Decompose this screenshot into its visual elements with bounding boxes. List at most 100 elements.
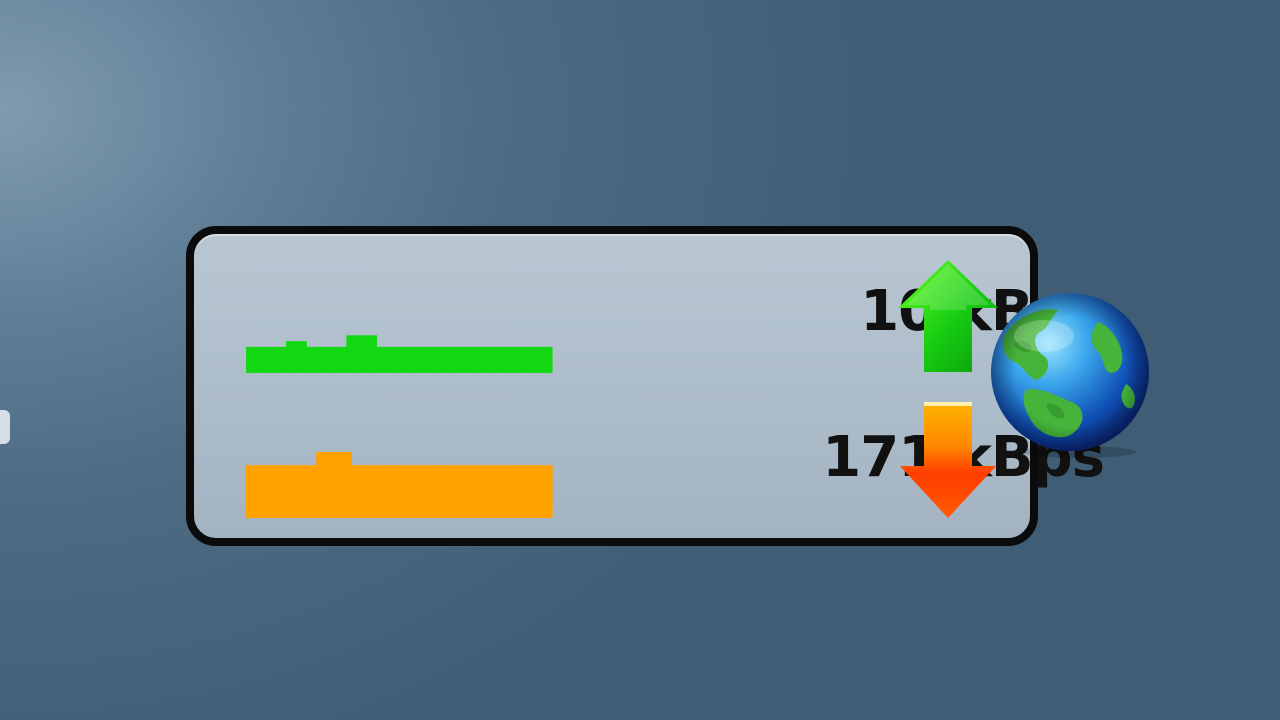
upload-graph-bar — [316, 346, 322, 373]
upload-graph-bar — [251, 346, 257, 373]
download-graph-bar — [496, 465, 503, 518]
upload-graph-bar — [481, 346, 488, 373]
upload-graph-bar — [381, 346, 388, 373]
upload-graph-bar — [421, 346, 428, 373]
download-graph-bar — [351, 465, 357, 518]
upload-graph-bar — [501, 346, 508, 373]
upload-graph-bar — [521, 346, 528, 373]
download-graph-bar — [271, 465, 277, 518]
upload-graph-bar — [386, 346, 393, 373]
download-graph-bar — [246, 465, 252, 518]
upload-graph-bar — [256, 346, 262, 373]
upload-graph-bar — [491, 346, 498, 373]
download-graph-bar — [471, 465, 478, 518]
download-graph-bar — [256, 465, 262, 518]
download-graph-bar — [321, 452, 327, 518]
download-graph-bar — [526, 465, 533, 518]
download-graph-bar — [316, 452, 322, 518]
desktop-edge-handle[interactable] — [0, 410, 10, 444]
upload-graph-bar — [526, 346, 533, 373]
download-graph-bar — [346, 452, 352, 518]
download-graph-bar — [406, 465, 413, 518]
upload-graph-bar — [461, 346, 468, 373]
upload-graph-bar — [346, 335, 352, 373]
upload-graph-bar — [376, 346, 383, 373]
download-graph-bar — [381, 465, 388, 518]
download-graph-bar — [396, 465, 403, 518]
upload-graph-bar — [361, 335, 367, 373]
download-graph-bar — [371, 465, 378, 518]
upload-graph-bar — [511, 346, 518, 373]
download-graph-bar — [386, 465, 393, 518]
download-graph-bar — [546, 465, 553, 518]
upload-graph-bar — [426, 346, 433, 373]
download-graph-bar — [311, 465, 317, 518]
upload-graph-bar — [496, 346, 503, 373]
download-graph-bar — [431, 465, 438, 518]
download-graph-bar — [536, 465, 543, 518]
globe-icon — [991, 293, 1149, 458]
upload-graph-bar — [366, 335, 373, 373]
upload-graph-bar — [541, 346, 548, 373]
download-graph-bar — [446, 465, 453, 518]
download-graph-bar — [286, 465, 292, 518]
download-graph-bar — [336, 452, 342, 518]
download-graph-bar — [401, 465, 408, 518]
download-graph-bar — [541, 465, 548, 518]
download-graph-bar — [436, 465, 443, 518]
upload-graph-bar — [406, 346, 413, 373]
download-graph-bar — [486, 465, 493, 518]
upload-graph-bar — [261, 346, 267, 373]
download-graph-bar — [421, 465, 428, 518]
upload-graph-bar — [266, 346, 272, 373]
upload-graph-bar — [451, 346, 458, 373]
upload-graph-bar — [416, 346, 423, 373]
download-graph-bar — [291, 465, 297, 518]
upload-graph-bar — [281, 346, 287, 373]
upload-graph-bar — [411, 346, 418, 373]
download-graph-bar — [426, 465, 433, 518]
upload-graph — [246, 335, 553, 373]
download-graph-bar — [266, 465, 272, 518]
download-graph-bar — [356, 465, 362, 518]
download-graph-bar — [456, 465, 463, 518]
download-graph-bar — [476, 465, 483, 518]
upload-graph-bar — [291, 341, 297, 373]
download-graph-bar — [261, 465, 267, 518]
download-graph-bar — [481, 465, 488, 518]
upload-graph-bar — [321, 346, 327, 373]
upload-graph-bar — [331, 346, 337, 373]
upload-graph-bar — [471, 346, 478, 373]
green-up-arrow-icon — [898, 260, 998, 372]
orange-down-arrow-icon — [900, 402, 996, 518]
upload-graph-bar — [506, 346, 513, 373]
upload-graph-bar — [276, 346, 282, 373]
download-graph-bar — [411, 465, 418, 518]
upload-graph-bar — [431, 346, 438, 373]
download-graph-bar — [251, 465, 257, 518]
upload-graph-bar — [456, 346, 463, 373]
upload-graph-bar — [271, 346, 277, 373]
upload-graph-bar — [446, 346, 453, 373]
download-graph-bar — [461, 465, 468, 518]
download-graph-bar — [416, 465, 423, 518]
download-graph-bar — [501, 465, 508, 518]
upload-graph-bar — [326, 346, 332, 373]
upload-graph-bar — [401, 346, 408, 373]
download-graph-bar — [276, 465, 282, 518]
download-graph-bar — [281, 465, 287, 518]
download-graph-bar — [306, 465, 312, 518]
download-graph-bar — [466, 465, 473, 518]
upload-graph-bar — [336, 346, 342, 373]
upload-graph-bar — [296, 341, 302, 373]
download-graph-bar — [491, 465, 498, 518]
download-graph-bar — [296, 465, 302, 518]
upload-graph-bar — [531, 346, 538, 373]
download-graph-bar — [511, 465, 518, 518]
upload-graph-bar — [311, 346, 317, 373]
upload-graph-bar — [546, 346, 553, 373]
download-graph-bar — [531, 465, 538, 518]
download-graph-bar — [506, 465, 513, 518]
upload-graph-bar — [476, 346, 483, 373]
upload-graph-bar — [486, 346, 493, 373]
